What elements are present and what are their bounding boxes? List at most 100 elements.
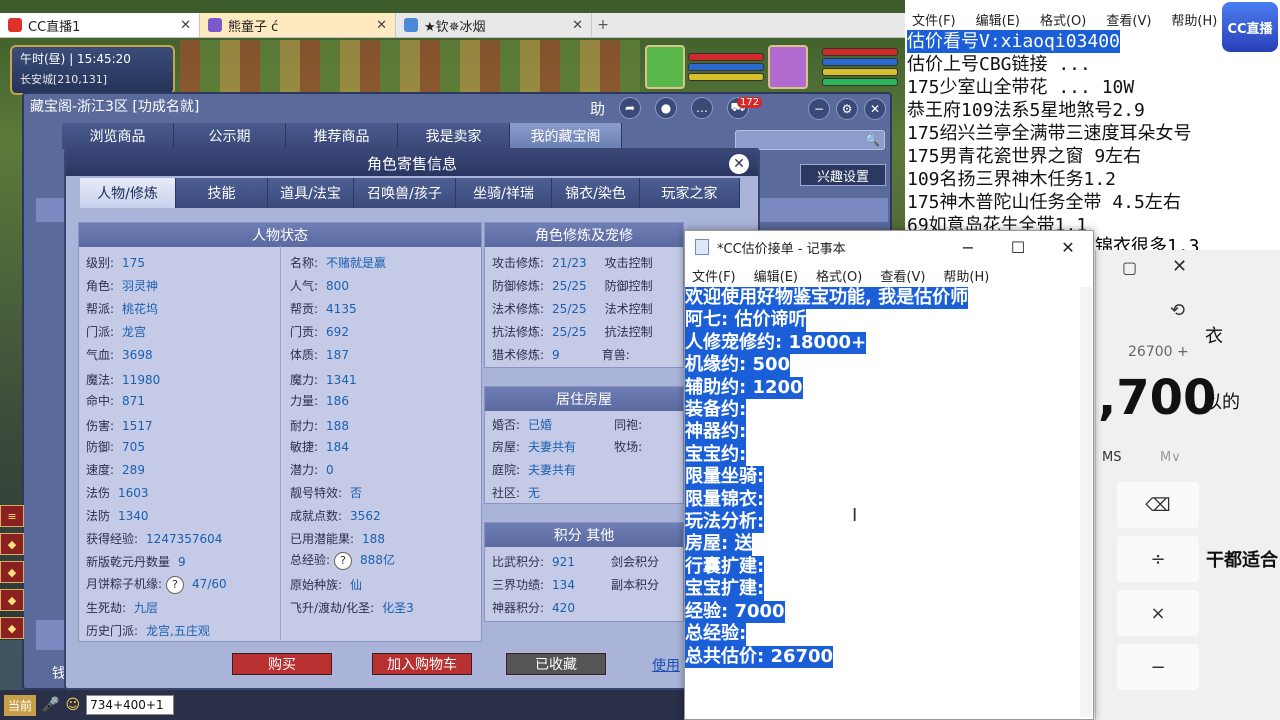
browser-tab-2[interactable]: 熊童子 ć ✕ xyxy=(200,13,396,37)
field-role: 角色: 羽灵神 xyxy=(86,279,159,293)
browser-tabbar: CC直播1 ✕ 熊童子 ć ✕ ★钦✵冰烟 ✕ + xyxy=(0,13,905,38)
dialog-close-icon[interactable]: ✕ xyxy=(729,154,749,174)
nav-recommend[interactable]: 推荐商品 xyxy=(286,123,398,149)
menu-icon[interactable]: ◆ xyxy=(0,561,24,583)
minimize-icon[interactable]: − xyxy=(808,98,830,120)
notepad-bg-menu: 文件(F) 编辑(E) 格式(O) 查看(V) 帮助(H) xyxy=(912,10,1217,29)
house-house: 房屋: 夫妻共有 牧场: xyxy=(492,440,643,454)
text-line: 行囊扩建: xyxy=(685,555,765,579)
avatar-icon xyxy=(404,18,418,32)
text-line: 辅助约: 1200 xyxy=(685,376,803,400)
history-icon[interactable]: ⟲ xyxy=(1170,300,1185,321)
menu-view[interactable]: 查看(V) xyxy=(1106,10,1151,29)
notepad-text-area[interactable]: 欢迎使用好物鉴宝功能, 我是估价师 阿七: 估价谛听 人修宠修约: 18000+… xyxy=(685,287,1080,668)
tab-character[interactable]: 人物/修炼 xyxy=(80,178,176,208)
tab-outfits[interactable]: 锦衣/染色 xyxy=(552,178,640,208)
nav-browse[interactable]: 浏览商品 xyxy=(62,123,174,149)
score-header: 积分 其他 xyxy=(485,523,683,547)
add-to-cart-button[interactable]: 加入购物车 xyxy=(372,653,472,675)
buy-button[interactable]: 购买 xyxy=(232,653,332,675)
menu-edit[interactable]: 编辑(E) xyxy=(754,266,798,285)
close-icon[interactable]: ✕ xyxy=(180,18,191,33)
menu-help[interactable]: 帮助(H) xyxy=(1171,10,1217,29)
menu-help[interactable]: 帮助(H) xyxy=(943,266,989,285)
cbg-nav: 浏览商品 公示期 推荐商品 我是卖家 我的藏宝阁 xyxy=(62,123,622,149)
minimize-icon[interactable]: − xyxy=(943,238,993,257)
nav-my-cbg[interactable]: 我的藏宝阁 xyxy=(510,123,622,149)
field-speed: 速度: 289 xyxy=(86,463,145,477)
menu-edit[interactable]: 编辑(E) xyxy=(976,10,1020,29)
memory-store-button[interactable]: MS xyxy=(1102,450,1121,465)
nav-public[interactable]: 公示期 xyxy=(174,123,286,149)
menu-icon[interactable]: ◆ xyxy=(0,589,24,611)
nav-seller[interactable]: 我是卖家 xyxy=(398,123,510,149)
hp-bar xyxy=(822,48,898,56)
bg-fragment: 以的 xyxy=(1204,392,1240,413)
browser-tab-3[interactable]: ★钦✵冰烟 ✕ xyxy=(396,13,592,37)
favorited-button[interactable]: 已收藏 xyxy=(506,653,606,675)
search-input[interactable]: 🔍 xyxy=(735,130,885,150)
field-history-school: 历史门派: 龙宫,五庄观 xyxy=(86,624,210,638)
time-value: 15:45:20 xyxy=(77,52,131,66)
notepad-title: *CC估价接单 - 记事本 xyxy=(717,241,846,257)
divide-button[interactable]: ÷ xyxy=(1117,536,1199,582)
close-icon[interactable]: ✕ xyxy=(864,98,886,120)
memory-view-button[interactable]: M∨ xyxy=(1160,450,1181,465)
close-icon[interactable]: ✕ xyxy=(1172,256,1187,277)
message-icon[interactable]: … xyxy=(691,97,714,119)
multiply-button[interactable]: × xyxy=(1117,590,1199,636)
menu-file[interactable]: 文件(F) xyxy=(912,10,956,29)
status-header: 人物状态 xyxy=(79,223,481,247)
exp-bar xyxy=(688,73,764,81)
gear-icon[interactable]: ⚙ xyxy=(836,98,858,120)
new-tab-button[interactable]: + xyxy=(592,13,614,37)
menu-icon[interactable]: ◆ xyxy=(0,533,24,555)
notepad-scrollbar[interactable] xyxy=(1080,287,1092,717)
share-icon[interactable]: ➦ xyxy=(619,97,642,119)
menu-view[interactable]: 查看(V) xyxy=(880,266,925,285)
tab-mounts[interactable]: 坐骑/祥瑞 xyxy=(456,178,552,208)
close-icon[interactable]: ✕ xyxy=(376,18,387,33)
player-bars xyxy=(822,45,898,89)
use-link[interactable]: 使用 xyxy=(652,655,680,675)
menu-format[interactable]: 格式(O) xyxy=(816,266,862,285)
score-merit: 三界功绩: 134 副本积分 xyxy=(492,578,659,592)
emoji-icon[interactable]: ☺ xyxy=(65,697,80,713)
house-community: 社区: 无 xyxy=(492,486,541,500)
pet-portrait[interactable] xyxy=(645,45,685,89)
record-icon[interactable]: ● xyxy=(655,97,678,119)
field-school-contrib: 门贡: 692 xyxy=(290,325,349,339)
notepad-bg-text[interactable]: 估价看号V:xiaoqi03400 估价上号CBG链接 ... 175少室山全带… xyxy=(905,30,1280,237)
notepad-titlebar: *CC估价接单 - 记事本 − ☐ ✕ xyxy=(685,231,1093,263)
menu-format[interactable]: 格式(O) xyxy=(1040,10,1086,29)
restore-icon[interactable]: ▢ xyxy=(1122,258,1137,277)
tab-items[interactable]: 道具/法宝 xyxy=(268,178,354,208)
tab-pets[interactable]: 召唤兽/孩子 xyxy=(354,178,456,208)
help-icon[interactable]: ? xyxy=(166,576,185,594)
interest-settings-button[interactable]: 兴趣设置 xyxy=(800,164,886,186)
house-header: 居住房屋 xyxy=(485,387,683,411)
bg-fragment: 干都适合 xyxy=(1206,550,1278,571)
backspace-button[interactable]: ⌫ xyxy=(1117,482,1199,528)
tab-home[interactable]: 玩家之家 xyxy=(640,178,740,208)
text-line: 限量坐骑: xyxy=(685,466,765,489)
player-portrait[interactable] xyxy=(768,45,808,89)
tab-skills[interactable]: 技能 xyxy=(176,178,268,208)
help-icon[interactable]: ? xyxy=(334,552,353,570)
browser-tab-1[interactable]: CC直播1 ✕ xyxy=(0,13,200,37)
menu-file[interactable]: 文件(F) xyxy=(692,266,736,285)
chat-input[interactable]: 734+400+1 xyxy=(86,695,175,715)
text-line: 总经验: xyxy=(685,623,747,646)
close-icon[interactable]: ✕ xyxy=(572,18,583,33)
help-button[interactable]: 助 xyxy=(590,98,605,119)
search-icon[interactable]: 🔍 xyxy=(865,133,880,147)
text-line: 房屋: 送 xyxy=(685,533,753,556)
mic-icon[interactable]: 🎤 xyxy=(42,697,59,713)
chat-channel[interactable]: 当前 xyxy=(4,694,37,716)
minus-button[interactable]: − xyxy=(1117,644,1199,690)
menu-icon[interactable]: ◆ xyxy=(0,617,24,639)
maximize-icon[interactable]: ☐ xyxy=(993,238,1043,257)
close-icon[interactable]: ✕ xyxy=(1043,238,1093,257)
field-damage: 伤害: 1517 xyxy=(86,419,153,433)
menu-icon[interactable]: ≡ xyxy=(0,505,24,527)
